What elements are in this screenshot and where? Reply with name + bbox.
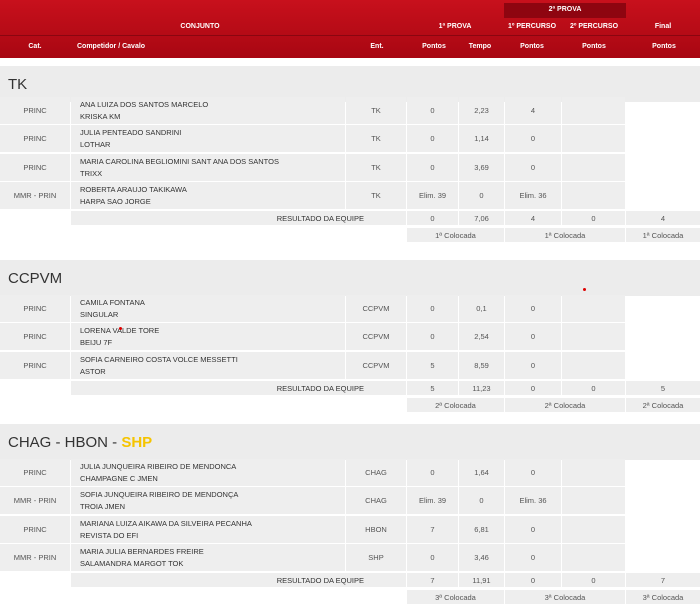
results-table-header: CONJUNTO 2ª PROVA 1ª PROVA 1º PERCURSO 2… [0, 0, 700, 58]
table-row: PRINC MARIANA LUIZA AIKAWA DA SILVEIRA P… [0, 516, 700, 544]
team-placing-row: 3ª Colocada 3ª Colocada 3ª Colocada [0, 590, 700, 604]
team-name: CHAG - HBON - SHP [8, 434, 153, 451]
team-title: CHAG - HBON - SHP [0, 424, 700, 460]
table-row: MMR - PRIN MARIA JULIA BERNARDES FREIRE S… [0, 544, 700, 572]
header-conjunto: CONJUNTO [180, 23, 220, 30]
table-row: PRINC CAMILA FONTANA SINGULAR CCPVM 0 0,1… [0, 295, 700, 323]
table-row: MMR - PRIN ROBERTA ARAUJO TAKIKAWA HARPA … [0, 182, 700, 210]
header-final: Final [654, 23, 672, 30]
team-name: CCPVM [8, 270, 63, 287]
team-result-row: RESULTADO DA EQUIPE 7 11,91 0 0 7 [0, 573, 700, 587]
col-tempo: Tempo [468, 43, 492, 50]
col-pontos-2: Pontos [520, 43, 544, 50]
header-primeira-prova: 1ª PROVA [438, 23, 472, 30]
table-row: PRINC ANA LUIZA DOS SANTOS MARCELO KRISKA… [0, 97, 700, 125]
team-placing-row: 2ª Colocada 2ª Colocada 2ª Colocada [0, 398, 700, 412]
table-row: PRINC JULIA JUNQUEIRA RIBEIRO DE MENDONC… [0, 459, 700, 487]
col-competidor: Competidor / Cavalo [77, 43, 146, 50]
team-placing-row: 1ª Colocada 1ª Colocada 1ª Colocada [0, 228, 700, 242]
header-segundo-percurso: 2º PERCURSO [569, 23, 619, 30]
red-dot-marker [583, 288, 586, 291]
team-name: TK [8, 76, 28, 93]
header-primeiro-percurso: 1º PERCURSO [507, 23, 557, 30]
col-pontos-4: Pontos [652, 43, 676, 50]
team-title: CCPVM [0, 260, 700, 296]
header-segunda-prova: 2ª PROVA [548, 6, 582, 13]
table-row: PRINC JULIA PENTEADO SANDRINI LOTHAR TK 0… [0, 125, 700, 153]
table-row: PRINC SOFIA CARNEIRO COSTA VOLCE MESSETT… [0, 352, 700, 380]
col-pontos-1: Pontos [422, 43, 446, 50]
table-row: PRINC LORENA VALDE TORE BEIJU 7F CCPVM 0 … [0, 323, 700, 351]
col-ent: Ent. [370, 43, 384, 50]
col-pontos-3: Pontos [582, 43, 606, 50]
col-cat: Cat. [28, 43, 42, 50]
team-result-row: RESULTADO DA EQUIPE 5 11,23 0 0 5 [0, 381, 700, 395]
table-row: MMR - PRIN SOFIA JUNQUEIRA RIBEIRO DE ME… [0, 487, 700, 515]
table-row: PRINC MARIA CAROLINA BEGLIOMINI SANT ANA… [0, 154, 700, 182]
team-result-row: RESULTADO DA EQUIPE 0 7,06 4 0 4 [0, 211, 700, 225]
red-dot-marker [119, 327, 122, 330]
